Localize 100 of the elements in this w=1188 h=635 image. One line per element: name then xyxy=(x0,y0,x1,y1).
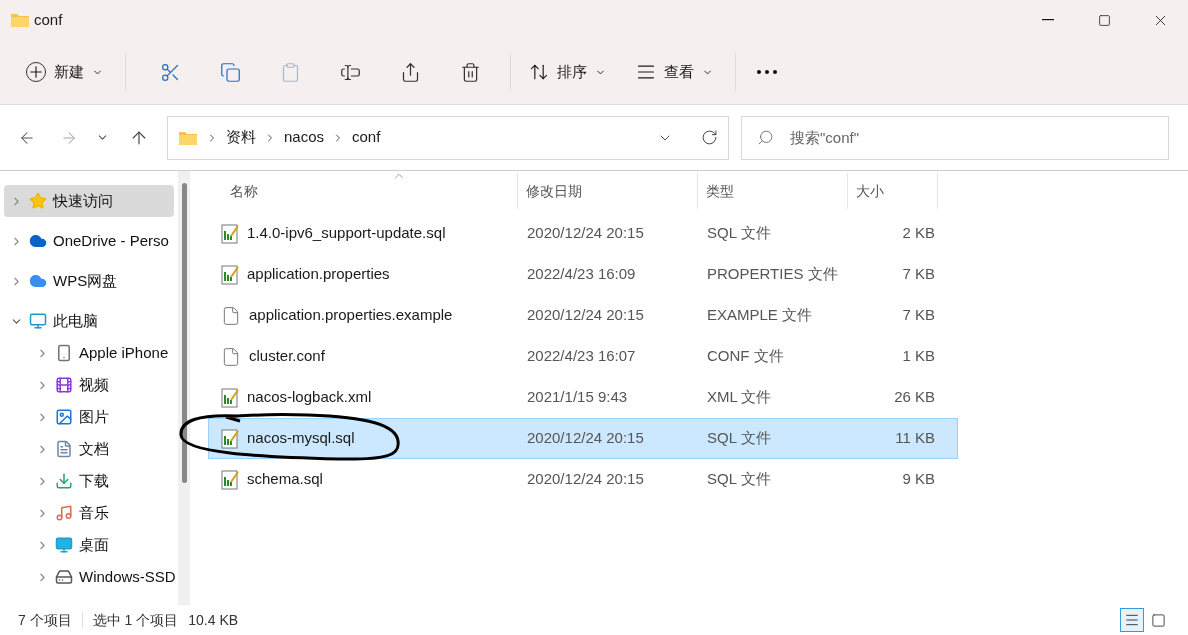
file-type: SQL 文件 xyxy=(706,223,772,244)
sidebar-label: Apple iPhone xyxy=(79,342,169,363)
selection-size: 10.4 KB xyxy=(188,610,239,630)
column-header[interactable]: 大小 xyxy=(848,173,938,209)
sidebar-label: 音乐 xyxy=(79,502,109,523)
sort-button[interactable]: 排序 xyxy=(521,52,614,92)
view-button[interactable]: 查看 xyxy=(628,52,721,92)
sidebar-item[interactable]: Windows-SSD xyxy=(4,561,174,593)
search-icon xyxy=(757,128,774,146)
file-date: 2021/1/15 9:43 xyxy=(526,387,629,408)
file-name: schema.sql xyxy=(247,469,323,490)
file-size: 9 KB xyxy=(901,469,936,490)
file-row[interactable]: application.properties.example 2020/12/24 20:15 EXAMPLE 文件 7 KB xyxy=(208,295,958,336)
script-file-icon xyxy=(221,264,239,285)
item-count: 7 个项目 xyxy=(18,610,72,630)
column-header[interactable]: 名称 xyxy=(208,173,518,209)
selection-count: 选中 1 个项目 xyxy=(92,610,179,630)
sidebar-label: WPS网盘 xyxy=(53,270,118,291)
list-icon xyxy=(1124,612,1140,628)
sidebar-label: OneDrive - Perso xyxy=(53,230,169,251)
file-name: application.properties.example xyxy=(249,305,453,326)
sidebar-label: 文档 xyxy=(79,438,109,459)
sort-icon xyxy=(529,62,549,82)
window-title: conf xyxy=(34,9,63,30)
sidebar-item[interactable]: 快速访问 xyxy=(4,185,174,217)
file-type: PROPERTIES 文件 xyxy=(706,264,839,285)
phone-icon xyxy=(55,344,73,362)
sidebar-label: 桌面 xyxy=(79,534,109,555)
breadcrumb[interactable]: 资料 xyxy=(226,126,256,149)
address-bar[interactable]: 资料 nacos conf xyxy=(167,115,729,160)
file-size: 7 KB xyxy=(901,264,936,285)
copy-icon xyxy=(219,61,241,83)
search-field[interactable]: 搜索"conf" xyxy=(741,115,1169,160)
desktop-icon xyxy=(55,536,73,554)
refresh-icon[interactable] xyxy=(701,129,718,146)
tile-icon xyxy=(1150,612,1166,628)
file-row[interactable]: 1.4.0-ipv6_support-update.sql 2020/12/24 20:15 SQL 文件 2 KB xyxy=(208,213,958,254)
sidebar-item[interactable]: 文档 xyxy=(4,433,174,465)
sidebar-item[interactable]: OneDrive - Perso xyxy=(4,225,174,257)
file-name: nacos-mysql.sql xyxy=(247,428,355,449)
sidebar-label: 视频 xyxy=(79,374,109,395)
sidebar-item[interactable]: 桌面 xyxy=(4,529,174,561)
file-row[interactable]: cluster.conf 2022/4/23 16:07 CONF 文件 1 KB xyxy=(208,336,958,377)
sidebar-item[interactable]: Apple iPhone xyxy=(4,337,174,369)
column-header[interactable]: 修改日期 xyxy=(518,173,698,209)
file-type: SQL 文件 xyxy=(706,428,772,449)
file-name: application.properties xyxy=(247,264,390,285)
sidebar-label: 图片 xyxy=(79,406,109,427)
monitor-icon xyxy=(29,312,47,330)
file-date: 2022/4/23 16:09 xyxy=(526,264,637,285)
file-icon xyxy=(221,305,241,326)
file-row[interactable]: schema.sql 2020/12/24 20:15 SQL 文件 9 KB xyxy=(208,459,958,500)
minimize-icon xyxy=(1042,19,1054,21)
file-size: 26 KB xyxy=(893,387,936,408)
file-date: 2022/4/23 16:07 xyxy=(526,346,637,367)
sidebar-item[interactable]: 此电脑 xyxy=(4,305,174,337)
drive-icon xyxy=(55,568,73,586)
sidebar-item[interactable]: 视频 xyxy=(4,369,174,401)
file-date: 2020/12/24 20:15 xyxy=(526,223,645,244)
trash-icon xyxy=(459,61,481,83)
document-icon xyxy=(55,440,73,458)
picture-icon xyxy=(55,408,73,426)
folder-icon xyxy=(10,12,30,28)
script-file-icon xyxy=(221,469,239,490)
sidebar-label: 此电脑 xyxy=(53,310,98,331)
breadcrumb[interactable]: nacos xyxy=(284,126,325,149)
sidebar-item[interactable]: WPS网盘 xyxy=(4,265,174,297)
sidebar-label: 快速访问 xyxy=(53,190,113,211)
cloud-icon xyxy=(29,232,47,250)
cloud-icon xyxy=(29,272,47,290)
scrollbar-thumb[interactable] xyxy=(181,183,187,483)
star-icon xyxy=(29,192,47,210)
file-type: SQL 文件 xyxy=(706,469,772,490)
file-icon xyxy=(221,346,241,367)
new-button[interactable]: 新建 xyxy=(18,52,111,92)
details-view-button[interactable] xyxy=(1120,608,1144,632)
script-file-icon xyxy=(221,223,239,244)
sidebar-label: Windows-SSD xyxy=(79,566,176,587)
file-type: EXAMPLE 文件 xyxy=(706,305,814,326)
sidebar-label: 下载 xyxy=(79,470,109,491)
file-date: 2020/12/24 20:15 xyxy=(526,469,645,490)
sidebar-item[interactable]: 图片 xyxy=(4,401,174,433)
file-date: 2020/12/24 20:15 xyxy=(526,305,645,326)
file-date: 2020/12/24 20:15 xyxy=(526,428,645,449)
breadcrumb[interactable]: conf xyxy=(352,126,381,149)
file-name: 1.4.0-ipv6_support-update.sql xyxy=(247,223,446,244)
video-icon xyxy=(55,376,73,394)
download-icon xyxy=(55,472,73,490)
file-size: 2 KB xyxy=(901,223,936,244)
script-file-icon xyxy=(221,428,239,449)
sidebar-item[interactable]: 下载 xyxy=(4,465,174,497)
file-row[interactable]: nacos-mysql.sql 2020/12/24 20:15 SQL 文件 11 KB xyxy=(208,418,958,459)
column-header[interactable]: 类型 xyxy=(698,173,848,209)
script-file-icon xyxy=(221,387,239,408)
file-row[interactable]: application.properties 2022/4/23 16:09 PROPERTIES 文件 7 KB xyxy=(208,254,958,295)
file-name: cluster.conf xyxy=(249,346,325,367)
sidebar-item[interactable]: 音乐 xyxy=(4,497,174,529)
file-name: nacos-logback.xml xyxy=(247,387,372,408)
file-row[interactable]: nacos-logback.xml 2021/1/15 9:43 XML 文件 26 KB xyxy=(208,377,958,418)
file-type: XML 文件 xyxy=(706,387,773,408)
